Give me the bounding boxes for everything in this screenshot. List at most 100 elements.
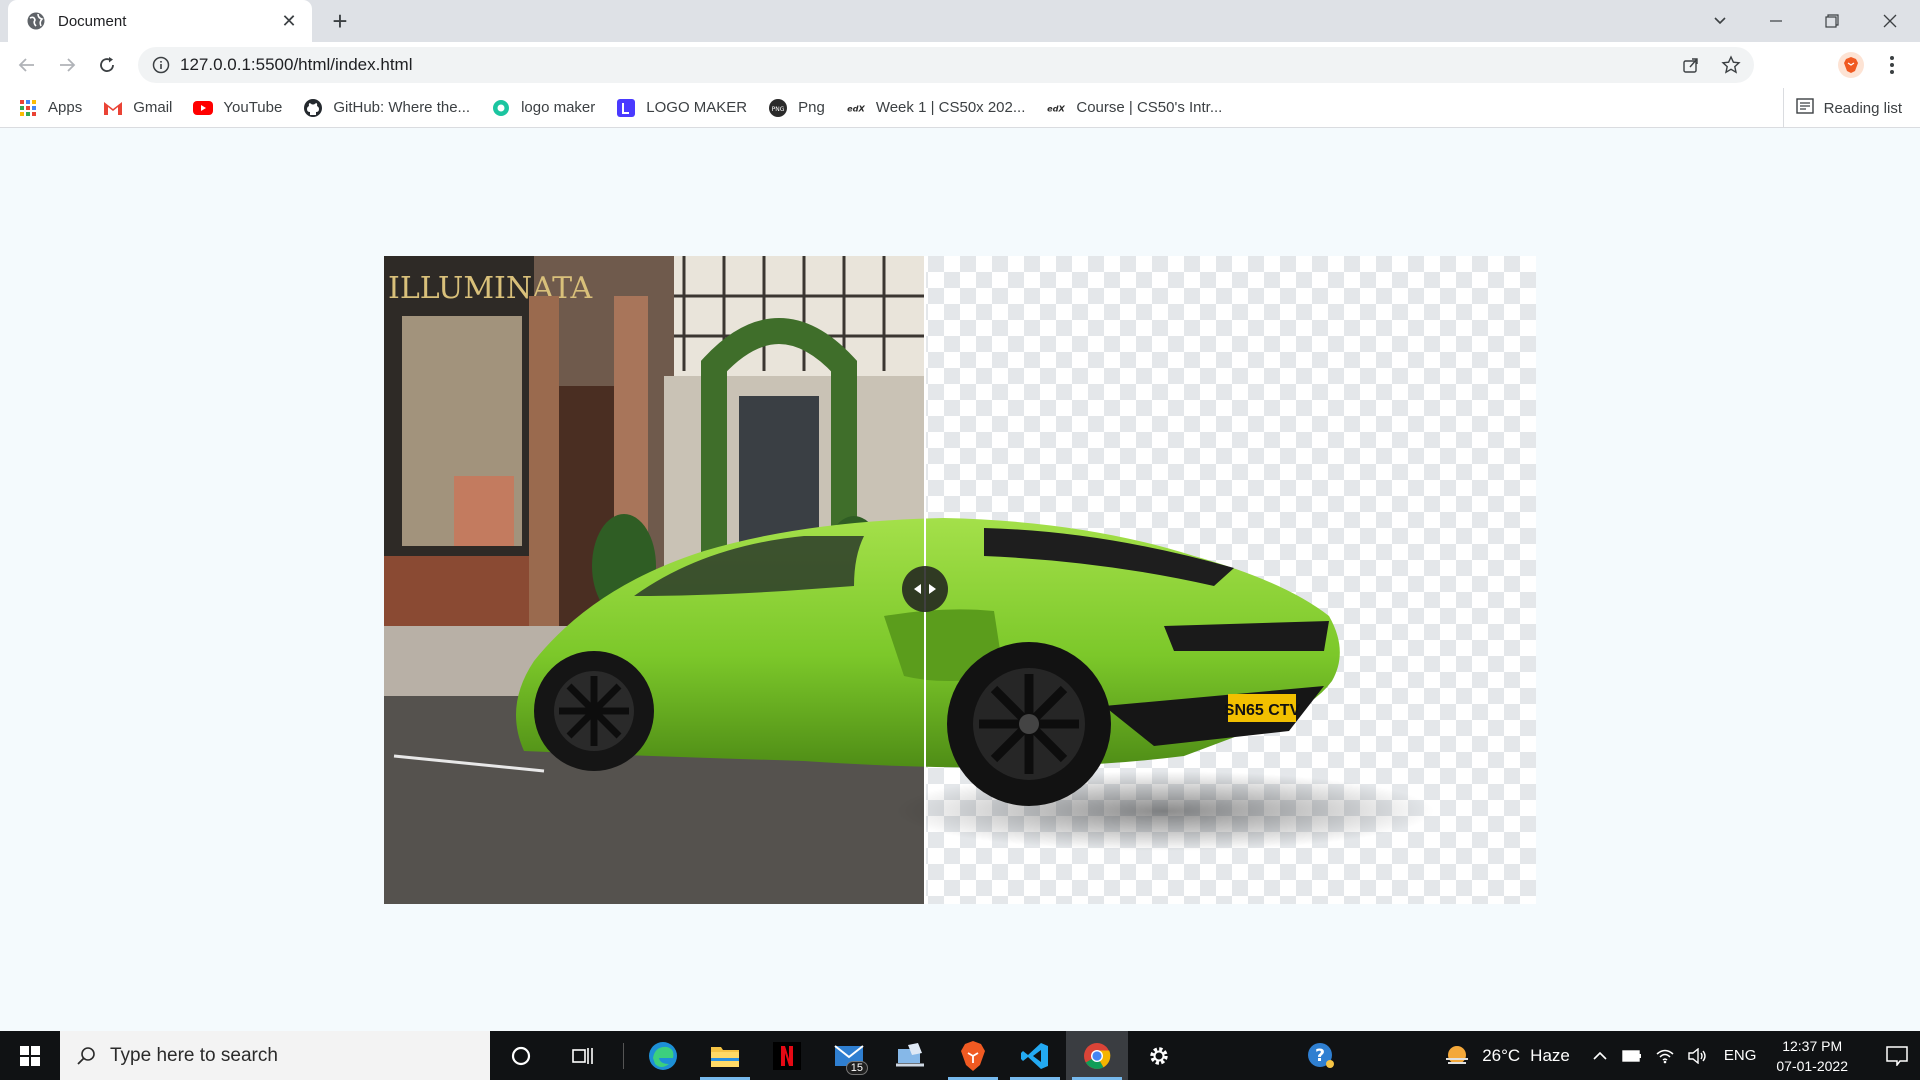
bookmark-png[interactable]: PNG Png (768, 98, 825, 118)
forward-arrow-icon (60, 58, 76, 72)
taskbar-settings[interactable] (1128, 1031, 1190, 1080)
tab-title: Document (58, 12, 127, 30)
forward-button[interactable] (52, 50, 82, 80)
info-icon[interactable] (152, 56, 170, 74)
action-center-button[interactable] (1874, 1045, 1920, 1066)
youtube-icon (193, 98, 214, 118)
taskbar-get-help[interactable]: ? (1290, 1031, 1352, 1080)
minimize-icon (1770, 20, 1782, 22)
globe-icon (27, 12, 45, 30)
weather-temp: 26°C (1482, 1045, 1521, 1065)
input-language[interactable]: ENG (1724, 1047, 1757, 1064)
extension-brave-button[interactable] (1838, 52, 1864, 78)
task-view-button[interactable] (552, 1031, 614, 1080)
windows-taskbar: Type here to search 15 ? 26°C Haze ENG 1… (0, 1031, 1920, 1080)
browser-tab[interactable]: Document ✕ (8, 0, 312, 42)
battery-icon[interactable] (1622, 1049, 1642, 1062)
chevron-down-icon (1714, 17, 1726, 25)
image-comparison-slider[interactable]: ILLUMINATA SN65 CTV (384, 256, 1536, 904)
restore-button[interactable] (1804, 0, 1860, 42)
url-text[interactable]: 127.0.0.1:5500/html/index.html (180, 55, 412, 75)
search-icon (77, 1046, 95, 1065)
bookmark-youtube[interactable]: YouTube (193, 98, 282, 118)
taskbar-netflix[interactable] (756, 1031, 818, 1080)
edge-icon (649, 1041, 677, 1070)
taskbar-chrome[interactable] (1066, 1031, 1128, 1080)
mail-unread-badge: 15 (845, 1061, 868, 1075)
chevron-up-icon[interactable] (1592, 1048, 1608, 1064)
share-icon (1683, 58, 1698, 73)
bookmark-logo-maker[interactable]: logo maker (491, 98, 595, 118)
png-icon: PNG (768, 98, 788, 118)
bookmark-cs50-course[interactable]: edX Course | CS50's Intr... (1046, 98, 1222, 118)
logo-maker-icon (491, 98, 511, 118)
reload-icon (100, 57, 114, 72)
start-button[interactable] (0, 1031, 60, 1080)
bookmark-label: Course | CS50's Intr... (1076, 99, 1223, 116)
bookmark-github[interactable]: GitHub: Where the... (303, 98, 470, 118)
bookmark-label: Week 1 | CS50x 202... (875, 99, 1026, 116)
storefront-sign: ILLUMINATA (388, 271, 593, 306)
arrow-right-icon (929, 584, 936, 594)
close-icon (1883, 14, 1897, 28)
taskbar-file-explorer[interactable] (694, 1031, 756, 1080)
cortana-button[interactable] (490, 1031, 552, 1080)
bookmark-label: logo maker (521, 99, 596, 116)
bookmark-gmail[interactable]: Gmail (103, 98, 172, 118)
cortana-circle-icon (511, 1046, 531, 1065)
comparison-image: ILLUMINATA SN65 CTV (384, 256, 1536, 904)
reload-button[interactable] (92, 50, 122, 80)
bookmark-apps[interactable]: Apps (18, 98, 82, 118)
svg-text:edX: edX (847, 103, 865, 113)
gear-icon (1150, 1046, 1168, 1065)
minimize-button[interactable] (1748, 0, 1804, 42)
edx-icon: edX (1046, 98, 1067, 118)
taskbar-search-box[interactable]: Type here to search (60, 1031, 490, 1080)
bookmarks-bar: Apps Gmail YouTube GitHub: Where the... … (0, 88, 1920, 128)
system-tray: 26°C Haze ENG 12:37 PM 07-01-2022 (1444, 1031, 1920, 1080)
bookmark-label: GitHub: Where the... (333, 99, 471, 116)
bookmark-label: Png (798, 99, 825, 116)
clock-time: 12:37 PM (1782, 1037, 1843, 1054)
taskbar-app-migration[interactable] (880, 1031, 942, 1080)
reading-list-button[interactable]: Reading list (1782, 88, 1902, 128)
new-tab-button[interactable]: + (326, 8, 354, 36)
notification-icon (1886, 1045, 1908, 1066)
wifi-icon[interactable] (1656, 1048, 1674, 1064)
logo-maker-square-icon (616, 98, 636, 118)
taskbar-brave[interactable] (942, 1031, 1004, 1080)
bookmark-cs50-week1[interactable]: edX Week 1 | CS50x 202... (845, 98, 1026, 118)
apps-grid-icon (18, 98, 38, 118)
chrome-menu-button[interactable] (1880, 52, 1904, 78)
brave-lion-icon (1844, 57, 1858, 73)
gmail-icon (103, 98, 123, 118)
back-arrow-icon (18, 58, 34, 72)
pc-transfer-icon (896, 1042, 924, 1066)
bookmark-label: LOGO MAKER (646, 99, 748, 116)
tray-icons (1592, 1047, 1708, 1064)
windows-logo-icon (20, 1045, 40, 1066)
page-viewport: ILLUMINATA SN65 CTV (0, 129, 1920, 1031)
svg-text:?: ? (1315, 1046, 1325, 1066)
bookmark-logo-maker-2[interactable]: LOGO MAKER (616, 98, 747, 118)
taskbar-mail[interactable]: 15 (818, 1031, 880, 1080)
task-view-icon (572, 1047, 593, 1064)
volume-icon[interactable] (1688, 1047, 1708, 1064)
close-window-button[interactable] (1862, 0, 1918, 42)
taskbar-edge[interactable] (632, 1031, 694, 1080)
haze-sun-icon (1446, 1045, 1469, 1064)
tab-search-button[interactable] (1692, 0, 1748, 42)
clock[interactable]: 12:37 PM 07-01-2022 (1776, 1036, 1848, 1076)
share-button[interactable] (1680, 54, 1702, 76)
taskbar-vscode[interactable] (1004, 1031, 1066, 1080)
address-bar[interactable]: 127.0.0.1:5500/html/index.html (138, 47, 1754, 83)
bookmark-star-button[interactable] (1720, 54, 1742, 76)
weather-widget[interactable]: 26°C Haze (1444, 1044, 1570, 1068)
back-button[interactable] (12, 50, 42, 80)
bookmark-label: Gmail (133, 99, 173, 116)
clock-date: 07-01-2022 (1776, 1057, 1848, 1074)
slider-handle[interactable] (902, 566, 948, 612)
browser-toolbar: 127.0.0.1:5500/html/index.html (0, 42, 1920, 88)
github-icon (303, 98, 323, 118)
close-tab-icon[interactable]: ✕ (278, 11, 300, 32)
